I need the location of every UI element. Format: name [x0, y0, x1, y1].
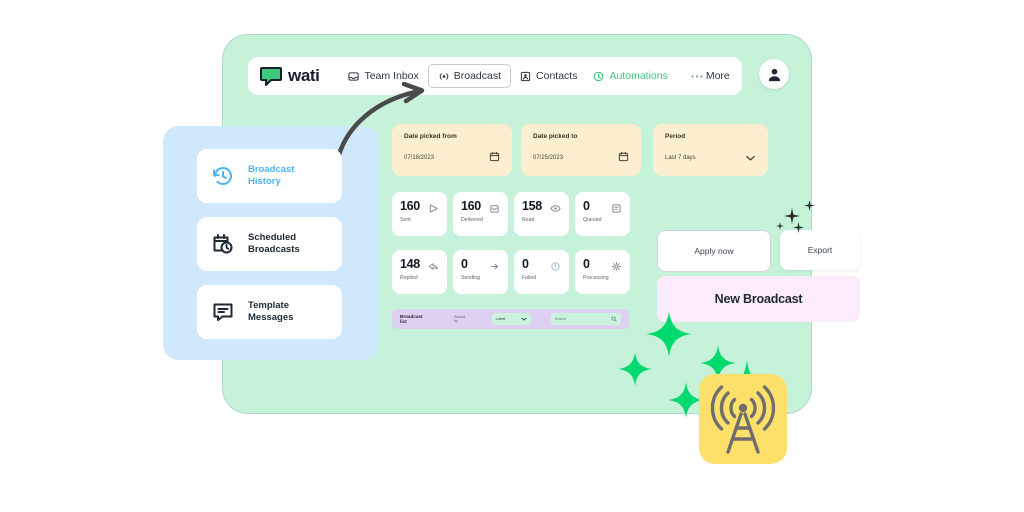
sidebar-item-label: Template Messages — [248, 300, 294, 323]
sending-icon — [489, 259, 500, 270]
stat-card-read: 158 Read — [514, 192, 569, 236]
export-button[interactable]: Export — [780, 230, 860, 270]
stat-label: Replied — [400, 275, 418, 281]
sparkle-green-icon — [646, 311, 692, 357]
field-label: Date picked from — [404, 133, 457, 140]
send-icon — [428, 201, 439, 213]
stat-card-sending: 0 Sending — [453, 250, 508, 294]
chat-bubble-icon — [260, 66, 282, 86]
stat-label: Failed — [522, 275, 537, 281]
nav-item-label: Contacts — [536, 70, 578, 82]
sparkle-dark-icon — [776, 222, 784, 230]
stat-value: 148 — [400, 257, 420, 271]
nav-item-automations[interactable]: Automations — [586, 65, 674, 87]
calendar-icon[interactable] — [489, 149, 500, 167]
search-placeholder: Search — [554, 317, 567, 321]
broadcast-list-toolbar: Broadcast list Sorted by Latest Search — [392, 309, 629, 329]
search-icon — [611, 316, 617, 323]
broadcast-icon — [438, 71, 449, 82]
chevron-down-icon — [521, 317, 527, 322]
date-picked-to-field[interactable]: Date picked to 07/25/2023 — [521, 124, 641, 176]
search-input[interactable]: Search — [550, 313, 621, 325]
broadcast-tower-badge — [699, 374, 787, 464]
stat-value: 0 — [461, 257, 468, 271]
field-value: 07/18/2023 — [404, 155, 435, 161]
queue-icon — [611, 201, 622, 213]
stat-card-queued: 0 Queued — [575, 192, 630, 236]
inbox-icon — [348, 71, 360, 82]
sidebar-item-label: Broadcast History — [248, 164, 295, 187]
sidebar-item-label: Scheduled Broadcasts — [248, 232, 300, 255]
broadcast-tower-icon — [710, 385, 776, 454]
calendar-clock-icon — [211, 232, 235, 256]
chevron-down-icon[interactable] — [745, 149, 756, 167]
automations-icon — [593, 71, 604, 82]
stat-label: Delivered — [461, 217, 483, 223]
stat-value: 160 — [461, 199, 481, 213]
processing-icon — [611, 259, 622, 271]
stat-label: Sending — [461, 275, 481, 281]
reply-icon — [428, 259, 439, 270]
eye-icon — [550, 201, 561, 212]
field-label: Date picked to — [533, 133, 578, 140]
sidebar-item-scheduled-broadcasts[interactable]: Scheduled Broadcasts — [197, 217, 342, 271]
brand-name: wati — [288, 66, 320, 85]
date-picked-from-field[interactable]: Date picked from 07/18/2023 — [392, 124, 512, 176]
sparkle-dark-icon — [804, 200, 815, 211]
stat-label: Read — [522, 217, 535, 223]
stat-label: Sent — [400, 217, 411, 223]
stat-card-sent: 160 Sent — [392, 192, 447, 236]
ellipsis-icon — [690, 71, 703, 82]
field-label: Period — [665, 133, 686, 140]
nav-item-broadcast[interactable]: Broadcast — [427, 64, 512, 88]
user-avatar-icon[interactable] — [759, 59, 789, 89]
nav-item-more[interactable]: More — [683, 65, 737, 87]
period-select[interactable]: Period Last 7 days — [653, 124, 768, 176]
stat-card-replied: 148 Replied — [392, 250, 447, 294]
stat-card-processing: 0 Processing — [575, 250, 630, 294]
field-value: 07/25/2023 — [533, 155, 564, 161]
stat-label: Processing — [583, 275, 609, 281]
sidebar-item-broadcast-history[interactable]: Broadcast History — [197, 149, 342, 203]
sidebar-item-template-messages[interactable]: Template Messages — [197, 285, 342, 339]
sort-by-label: Sorted by — [454, 315, 465, 323]
screenshot-root: wati Team Inbox Broadcast Contacts Autom… — [0, 0, 1024, 512]
nav-item-label: More — [705, 70, 730, 82]
stat-label: Queued — [583, 217, 602, 223]
sort-select-value: Latest — [495, 317, 506, 321]
list-title: Broadcast list — [400, 314, 423, 324]
calendar-icon[interactable] — [618, 149, 629, 167]
field-value: Last 7 days — [665, 155, 696, 161]
nav-item-label: Broadcast — [453, 70, 502, 82]
sparkle-green-icon — [618, 352, 652, 386]
history-clock-icon — [211, 164, 235, 188]
stat-card-delivered: 160 Delivered — [453, 192, 508, 236]
failed-icon — [550, 259, 561, 271]
stat-value: 0 — [522, 257, 529, 271]
message-template-icon — [211, 300, 235, 324]
sort-select[interactable]: Latest — [491, 313, 531, 325]
sparkle-dark-icon — [793, 222, 804, 233]
stat-value: 158 — [522, 199, 542, 213]
nav-item-contacts[interactable]: Contacts — [513, 65, 584, 87]
apply-now-button[interactable]: Apply now — [657, 230, 771, 272]
delivered-icon — [489, 201, 500, 213]
stat-value: 0 — [583, 257, 590, 271]
nav-item-label: Team Inbox — [364, 70, 419, 82]
stat-card-failed: 0 Failed — [514, 250, 569, 294]
stat-value: 0 — [583, 199, 590, 213]
nav-item-label: Automations — [609, 70, 668, 82]
stat-value: 160 — [400, 199, 420, 213]
contacts-icon — [520, 71, 531, 82]
